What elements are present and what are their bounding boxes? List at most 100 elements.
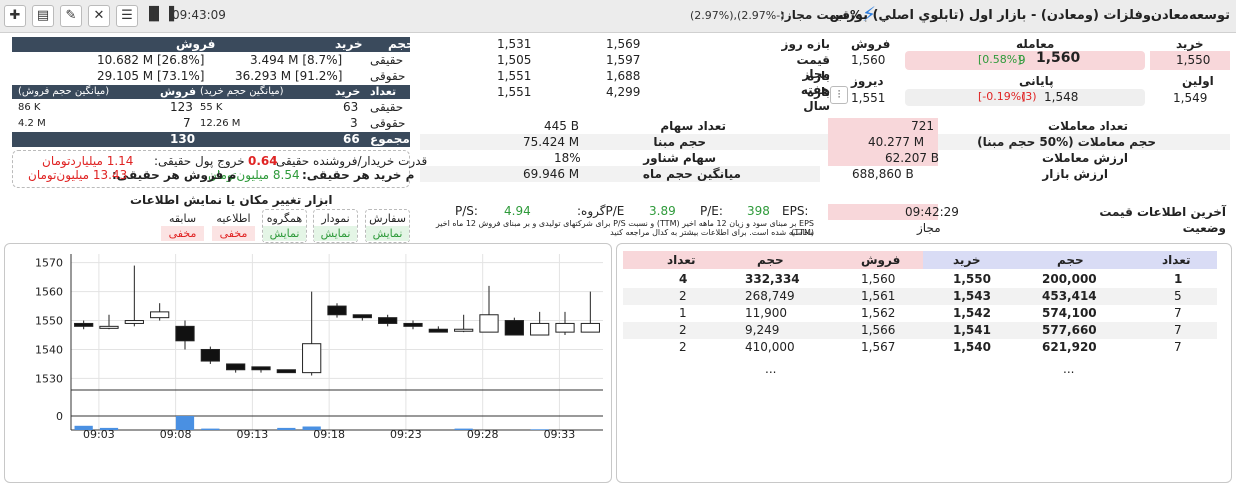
- ob-cell: 1: [679, 306, 687, 320]
- pe-value: 3.89: [649, 204, 676, 218]
- table-row[interactable]: [623, 288, 1217, 305]
- total-label: مجموع: [370, 132, 410, 146]
- volume-bar: [277, 427, 296, 430]
- volume-bar: [74, 425, 93, 430]
- sliders-icon[interactable]: ⫶: [830, 86, 848, 104]
- tool-group[interactable]: همگروه نمایش: [262, 209, 307, 243]
- stat-label: حجم مبنا: [653, 135, 706, 149]
- ob-cell: 5: [1174, 289, 1182, 303]
- client-row-label: حقیقی: [370, 100, 404, 114]
- volume-bar: [302, 426, 321, 430]
- range-high: 1,688: [606, 69, 641, 83]
- client-avg-buy: 12.26 M: [200, 118, 241, 129]
- table-row[interactable]: [623, 305, 1217, 322]
- candle-body: [403, 322, 423, 327]
- ob-cell: 410,000: [745, 340, 795, 354]
- tool-notice[interactable]: اطلاعیه مخفی: [211, 209, 256, 243]
- client-h-sell-2: فروش: [160, 85, 197, 98]
- table-row[interactable]: [623, 271, 1217, 288]
- tool-history[interactable]: سابقه مخفی: [160, 209, 205, 243]
- eps-value: 398: [747, 204, 770, 218]
- ob-h-buy: خرید: [953, 253, 981, 267]
- y-tick-label: 1530: [35, 372, 63, 385]
- candlestick-chart[interactable]: 1570156015501540153009:03 09:08 09:13 09:18…: [5, 244, 652, 482]
- candle-body: [99, 325, 119, 329]
- table-icon[interactable]: ☰: [116, 5, 138, 27]
- tool-state: مخفی: [212, 226, 255, 241]
- stat-value: 721: [911, 119, 934, 133]
- candle-body: [504, 320, 524, 336]
- ob-cell: 200,000: [1042, 272, 1097, 286]
- range-high: 4,299: [606, 85, 641, 99]
- candle-body: [251, 366, 271, 371]
- buy-value: 1,550: [1176, 53, 1211, 67]
- ob-cell: 4: [679, 272, 688, 286]
- range-high: 1,597: [606, 53, 641, 67]
- ob-cell: 2: [679, 323, 687, 337]
- ob-cell: 574,100: [1042, 306, 1097, 320]
- ob-cell: 9,249: [745, 323, 780, 337]
- ob-h-count-2: تعداد: [667, 253, 696, 267]
- client-h-buy: خرید: [335, 37, 363, 51]
- plus-icon[interactable]: ✚: [4, 5, 26, 27]
- candle-body: [276, 369, 296, 374]
- client-avg-sell: 86 K: [18, 102, 41, 113]
- ob-cell: 7: [1174, 306, 1182, 320]
- table-row[interactable]: [623, 339, 1217, 356]
- outflow-value: 1.14 میلیاردتومان: [42, 154, 134, 168]
- calc-icon[interactable]: ▤: [32, 5, 54, 27]
- client-row-label: حقوقی: [370, 69, 406, 83]
- ob-cell: 1,541: [953, 323, 991, 337]
- power-ratio: 0.64: [248, 154, 278, 168]
- volume-bar: [201, 428, 220, 430]
- stat-label: سهام شناور: [643, 151, 716, 165]
- bar-chart-icon[interactable]: ▐▌▐: [144, 5, 174, 27]
- tool-state: نمایش: [366, 226, 409, 241]
- tool-orders[interactable]: سفارش نمایش: [365, 209, 410, 243]
- ob-h-volume-2: حجم: [757, 253, 784, 267]
- top-bar: ✚ ▤ ✎ ✕ ☰ ▐▌▐ 09:43:09 (2.97%),(2.97%-) …: [0, 0, 1236, 33]
- tool-name: سابقه: [168, 212, 197, 225]
- ob-cell: 1,542: [953, 306, 991, 320]
- last-info-label: آخرین اطلاعات قیمت: [1099, 205, 1226, 219]
- ob-cell: 1,562: [861, 306, 896, 320]
- tools-icon[interactable]: ✕: [88, 5, 110, 27]
- ob-cell: 2: [679, 289, 687, 303]
- stat-label: میانگین حجم ماه: [642, 167, 741, 181]
- ob-h-count: تعداد: [1162, 253, 1191, 267]
- ob-more-buy: ...: [1063, 362, 1075, 376]
- candle-body: [454, 328, 474, 332]
- ob-cell: 1,543: [953, 289, 991, 303]
- per-sell-label: م فروش هر حقیقی:: [112, 168, 237, 182]
- stat-value: 69.946 M: [523, 167, 580, 181]
- ob-more-sell: ...: [765, 362, 777, 376]
- range-low: 1,551: [497, 69, 532, 83]
- tool-name: سفارش: [369, 212, 406, 225]
- stat-label: حجم معاملات (%50 حجم مبنا): [977, 135, 1156, 149]
- eps-label: EPS:: [782, 204, 809, 218]
- candle-body: [580, 322, 600, 333]
- table-row[interactable]: [623, 322, 1217, 339]
- client-row-label: حقیقی: [370, 53, 404, 67]
- range-high: 1,569: [606, 37, 641, 51]
- ob-h-volume: حجم: [1057, 253, 1084, 267]
- tool-chart[interactable]: نمودار نمایش: [313, 209, 358, 243]
- ob-cell: 1,560: [861, 272, 896, 286]
- last-info-time: 09:42:29: [905, 205, 959, 219]
- per-sell-value: 13.43 میلیون‌تومان: [28, 168, 128, 182]
- ob-cell: 1,567: [861, 340, 896, 354]
- price-percent: (2.97%),(2.97%-): [690, 9, 785, 22]
- tool-state: نمایش: [314, 226, 357, 241]
- client-buy-value: 36.293 M [91.2%]: [235, 69, 343, 83]
- client-count-sell: 123: [170, 100, 193, 114]
- stat-value: 18%: [554, 151, 581, 165]
- note-icon[interactable]: ✎: [60, 5, 82, 27]
- candle-body: [124, 320, 144, 324]
- candle-body: [428, 328, 448, 333]
- ob-cell: 7: [1174, 340, 1182, 354]
- ob-cell: 1: [1174, 272, 1183, 286]
- tool-name: نمودار: [321, 212, 350, 225]
- ob-h-sell: فروش: [861, 253, 901, 267]
- client-h-count: تعداد: [370, 85, 397, 98]
- stat-value: 62.207 B: [885, 151, 940, 165]
